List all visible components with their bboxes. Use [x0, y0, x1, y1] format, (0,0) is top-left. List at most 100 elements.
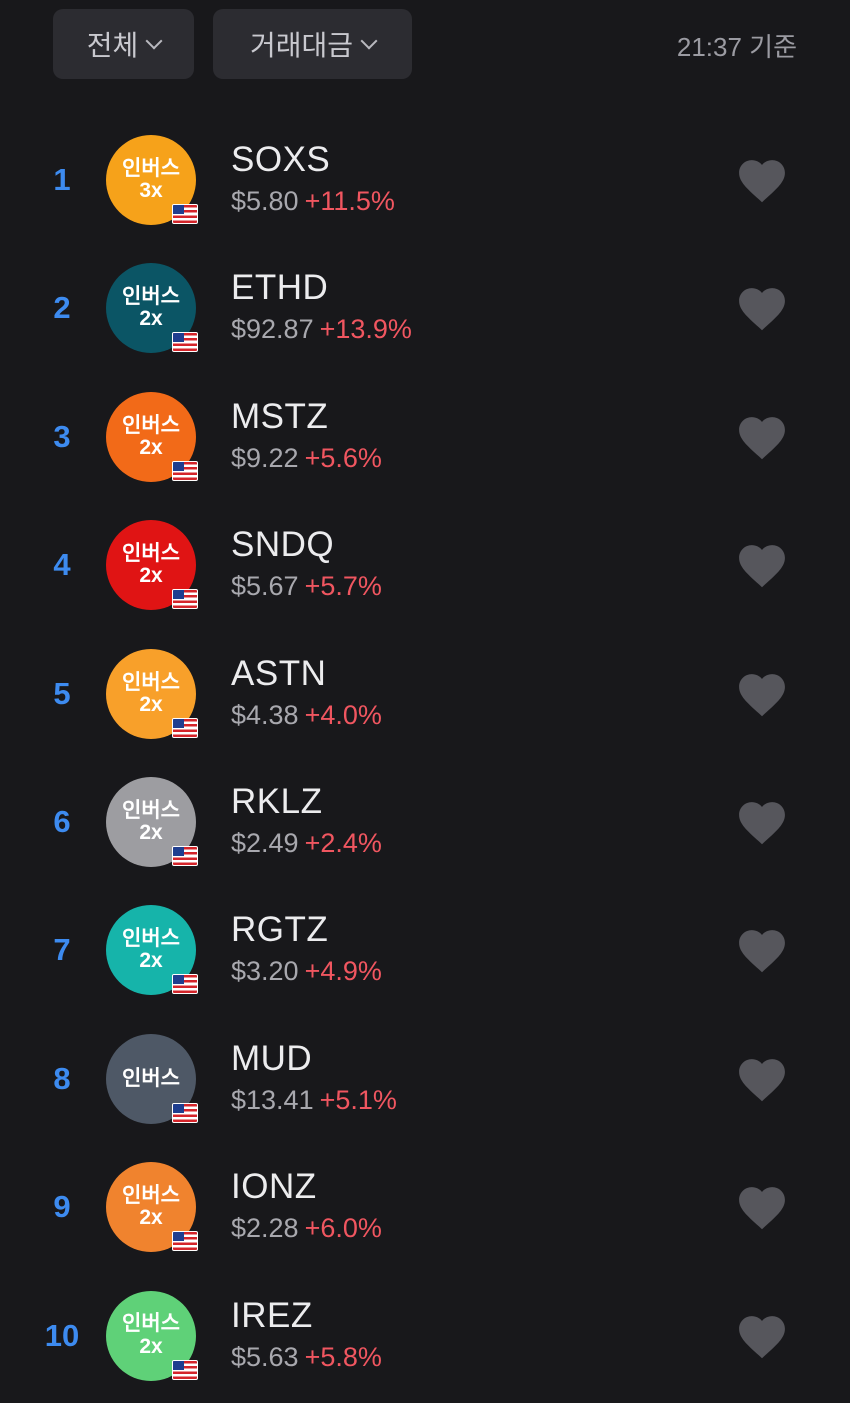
- price-line: $3.20 +4.9%: [231, 956, 382, 987]
- logo-leverage: 2x: [139, 692, 163, 716]
- price-line: $5.63 +5.8%: [231, 1342, 382, 1373]
- heart-icon[interactable]: [737, 1057, 787, 1103]
- stock-price: $2.28: [231, 1213, 299, 1244]
- stock-price: $13.41: [231, 1084, 314, 1115]
- sort-filter-label: 거래대금: [249, 30, 354, 61]
- logo-label: 인버스: [122, 156, 180, 180]
- stock-row-rgtz[interactable]: 7 인버스 2x RGTZ $3.20 +4.9%: [0, 886, 850, 1014]
- price-change: +11.5%: [304, 186, 395, 216]
- price-change: +5.8%: [304, 1341, 382, 1372]
- ticker-symbol: SOXS: [231, 140, 331, 179]
- stock-logo: 인버스: [106, 1033, 198, 1124]
- us-flag-icon: [172, 717, 198, 738]
- ticker-symbol: MSTZ: [231, 396, 329, 436]
- logo-label: 인버스: [122, 1066, 180, 1090]
- stock-row-mud[interactable]: 8 인버스 MUD $13.41 +5.1%: [0, 1015, 850, 1143]
- rank-number: 8: [53, 1060, 71, 1096]
- stock-row-irez[interactable]: 10 인버스 2x IREZ $5.63 +5.8%: [0, 1272, 850, 1400]
- price-line: $4.38 +4.0%: [231, 700, 382, 731]
- price-change: +13.9%: [319, 314, 412, 345]
- stock-logo: 인버스 2x: [106, 648, 198, 739]
- us-flag-icon: [172, 1231, 198, 1252]
- price-change: +5.7%: [304, 571, 382, 602]
- update-timestamp: 21:37 기준: [676, 32, 797, 62]
- rank-number: 10: [44, 1317, 80, 1353]
- stock-row-astn[interactable]: 5 인버스 2x ASTN $4.38 +4.0%: [0, 630, 850, 758]
- logo-leverage: 2x: [139, 820, 163, 844]
- logo-leverage: 2x: [139, 435, 163, 459]
- stock-row-soxs[interactable]: 1 인버스 3x SOXS $5.80 +11.5%: [0, 116, 850, 244]
- price-line: $92.87 +13.9%: [231, 314, 412, 345]
- chevron-down-icon: [145, 32, 163, 50]
- stock-price: $4.38: [231, 699, 299, 730]
- sort-filter-dropdown[interactable]: 거래대금: [213, 9, 412, 79]
- stock-price: $9.22: [231, 442, 299, 473]
- us-flag-icon: [172, 332, 198, 353]
- stock-row-ethd[interactable]: 2 인버스 2x ETHD $92.87 +13.9%: [0, 244, 850, 372]
- ticker-symbol: RKLZ: [231, 781, 323, 821]
- stock-logo: 인버스 2x: [106, 1290, 198, 1381]
- ticker-symbol: RGTZ: [231, 910, 329, 950]
- price-line: $5.67 +5.7%: [231, 571, 382, 602]
- us-flag-icon: [172, 460, 198, 481]
- rank-number: 9: [53, 1189, 71, 1225]
- market-filter-dropdown[interactable]: 전체: [53, 9, 194, 79]
- logo-label: 인버스: [122, 285, 180, 309]
- logo-leverage: 2x: [139, 307, 163, 331]
- us-flag-icon: [172, 974, 198, 995]
- price-line: $2.28 +6.0%: [231, 1213, 382, 1244]
- stock-logo: 인버스 3x: [106, 135, 198, 225]
- ticker-symbol: ETHD: [231, 268, 329, 308]
- logo-leverage: 2x: [139, 949, 163, 973]
- stock-price: $5.67: [231, 571, 299, 602]
- stock-row-ionz[interactable]: 9 인버스 2x IONZ $2.28 +6.0%: [0, 1143, 850, 1271]
- stock-row-rklz[interactable]: 6 인버스 2x RKLZ $2.49 +2.4%: [0, 758, 850, 886]
- logo-label: 인버스: [122, 542, 180, 566]
- rank-number: 2: [53, 290, 71, 326]
- price-change: +5.1%: [319, 1084, 397, 1115]
- heart-icon[interactable]: [737, 800, 787, 846]
- price-line: $2.49 +2.4%: [231, 828, 382, 859]
- stock-ranking-list: 1 인버스 3x SOXS $5.80 +11.5% 2 인버스 2x ETHD …: [0, 116, 850, 1400]
- heart-icon[interactable]: [737, 1185, 787, 1231]
- heart-icon[interactable]: [737, 672, 787, 718]
- logo-label: 인버스: [122, 1184, 180, 1208]
- price-line: $9.22 +5.6%: [231, 443, 382, 474]
- us-flag-icon: [172, 1102, 198, 1123]
- rank-number: 5: [53, 675, 71, 711]
- ticker-symbol: IREZ: [231, 1295, 313, 1335]
- ticker-symbol: SNDQ: [231, 525, 335, 565]
- stock-row-mstz[interactable]: 3 인버스 2x MSTZ $9.22 +5.6%: [0, 373, 850, 501]
- rank-number: 3: [53, 418, 71, 454]
- ticker-symbol: ASTN: [231, 653, 327, 693]
- rank-number: 6: [53, 803, 71, 839]
- stock-price: $92.87: [231, 314, 314, 345]
- heart-icon[interactable]: [737, 415, 787, 461]
- stock-price: $5.80: [231, 186, 299, 216]
- heart-icon[interactable]: [737, 286, 787, 332]
- price-line: $13.41 +5.1%: [231, 1085, 397, 1116]
- ticker-symbol: MUD: [231, 1038, 313, 1078]
- stock-price: $3.20: [231, 956, 299, 987]
- heart-icon[interactable]: [737, 1314, 787, 1360]
- price-change: +6.0%: [304, 1213, 382, 1244]
- stock-logo: 인버스 2x: [106, 263, 198, 354]
- heart-icon[interactable]: [737, 158, 787, 204]
- logo-leverage: 2x: [139, 564, 163, 588]
- us-flag-icon: [172, 1359, 198, 1380]
- stock-logo: 인버스 2x: [106, 1162, 198, 1253]
- logo-label: 인버스: [122, 413, 180, 437]
- us-flag-icon: [172, 845, 198, 866]
- logo-label: 인버스: [122, 1312, 180, 1336]
- price-change: +5.6%: [304, 442, 382, 473]
- chevron-down-icon: [360, 32, 378, 50]
- stock-logo: 인버스 2x: [106, 520, 198, 611]
- stock-price: $5.63: [231, 1341, 299, 1372]
- heart-icon[interactable]: [737, 928, 787, 974]
- heart-icon[interactable]: [737, 543, 787, 589]
- us-flag-icon: [172, 589, 198, 610]
- rank-number: 7: [53, 932, 71, 968]
- stock-row-sndq[interactable]: 4 인버스 2x SNDQ $5.67 +5.7%: [0, 501, 850, 629]
- logo-label: 인버스: [122, 927, 180, 951]
- price-line: $5.80 +11.5%: [231, 186, 395, 217]
